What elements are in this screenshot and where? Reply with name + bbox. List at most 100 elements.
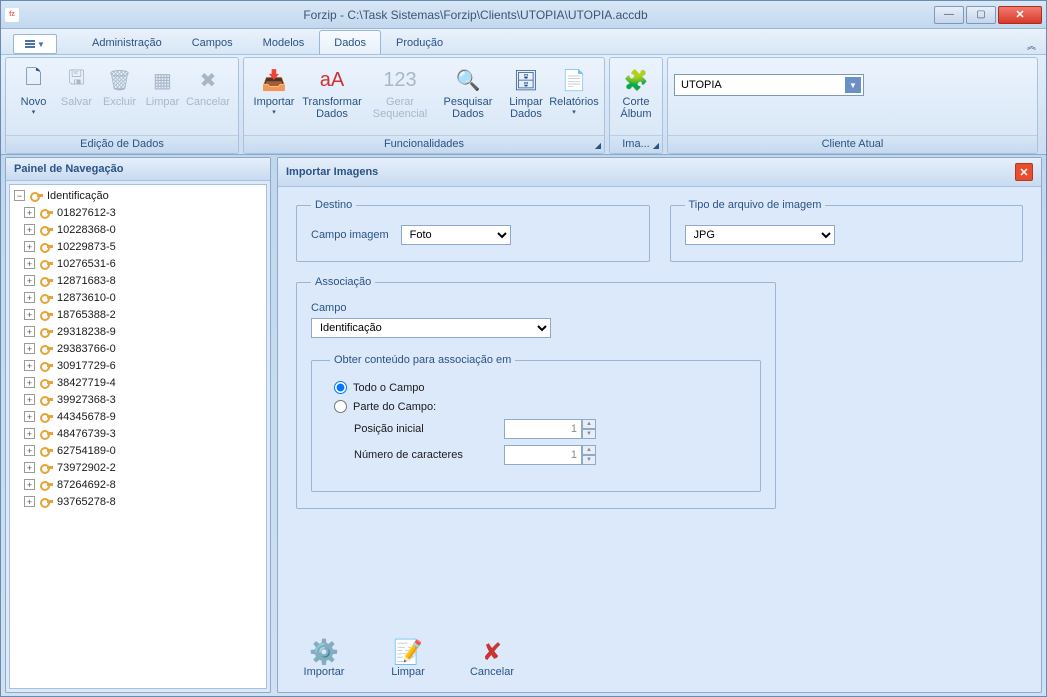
expand-icon[interactable]: + [24,241,35,252]
todo-campo-radio[interactable] [334,381,347,394]
tipo-select[interactable]: JPG [685,225,835,245]
campo-select[interactable]: Identificação [311,318,551,338]
novo-button[interactable]: 🗋Novo▾ [12,62,55,116]
num-input[interactable] [504,445,582,465]
key-icon [40,259,54,269]
app-menu-button[interactable]: ▼ [13,34,57,54]
spinner-down-icon[interactable]: ▼ [582,455,596,465]
limpar-dados-button[interactable]: 🗄Limpar Dados [502,62,550,120]
expand-icon[interactable]: + [24,445,35,456]
titlebar: fz Forzip - C:\Task Sistemas\Forzip\Clie… [1,1,1046,29]
tree-item[interactable]: +12871683-8 [10,272,266,289]
spinner-up-icon[interactable]: ▲ [582,419,596,429]
tab-modelos[interactable]: Modelos [248,30,320,54]
expand-icon[interactable]: + [24,428,35,439]
collapse-icon[interactable]: − [14,190,25,201]
tree-item-label: 38427719-4 [57,377,116,389]
maximize-button[interactable]: ▢ [966,6,996,24]
tree-item[interactable]: +29383766-0 [10,340,266,357]
pesquisar-button[interactable]: 🔍Pesquisar Dados [434,62,502,120]
campo-imagem-select[interactable]: Foto [401,225,511,245]
todo-campo-label: Todo o Campo [353,382,425,394]
expand-icon[interactable]: + [24,411,35,422]
corte-album-button[interactable]: 🧩Corte Álbum [616,62,656,120]
group-launcher-icon[interactable]: ◢ [653,141,659,150]
expand-icon[interactable]: + [24,496,35,507]
tree-item[interactable]: +73972902-2 [10,459,266,476]
tab-dados[interactable]: Dados [319,30,381,54]
tree-item[interactable]: +87264692-8 [10,476,266,493]
tree-item[interactable]: +18765388-2 [10,306,266,323]
tab-campos[interactable]: Campos [177,30,248,54]
cancelar-button[interactable]: ✖Cancelar [184,62,232,108]
window-title: Forzip - C:\Task Sistemas\Forzip\Clients… [19,8,932,22]
sweep-icon: 📝 [393,638,423,666]
tree-item[interactable]: +01827612-3 [10,204,266,221]
tree-root[interactable]: − Identificação [10,187,266,204]
parte-campo-radio[interactable] [334,400,347,413]
excluir-button[interactable]: 🗑Excluir [98,62,141,108]
obter-legend: Obter conteúdo para associação em [330,354,515,366]
panel-close-button[interactable]: ✕ [1015,163,1033,181]
tree-item[interactable]: +29318238-9 [10,323,266,340]
campo-label: Campo [311,302,761,314]
tree-item[interactable]: +10228368-0 [10,221,266,238]
cliente-select[interactable]: UTOPIA ▼ [674,74,864,96]
expand-icon[interactable]: + [24,326,35,337]
close-button[interactable]: ✕ [998,6,1042,24]
chevron-down-icon: ▼ [845,77,861,93]
tree-item[interactable]: +62754189-0 [10,442,266,459]
expand-icon[interactable]: + [24,309,35,320]
expand-icon[interactable]: + [24,258,35,269]
obter-group: Obter conteúdo para associação em Todo o… [311,354,761,492]
tab-produção[interactable]: Produção [381,30,458,54]
tree-item[interactable]: +44345678-9 [10,408,266,425]
expand-icon[interactable]: + [24,207,35,218]
expand-icon[interactable]: + [24,360,35,371]
minimize-button[interactable]: — [934,6,964,24]
tree-item[interactable]: +30917729-6 [10,357,266,374]
tree-item[interactable]: +39927368-3 [10,391,266,408]
pos-input[interactable] [504,419,582,439]
group-launcher-icon[interactable]: ◢ [595,141,601,150]
cancelar-action-button[interactable]: ✘Cancelar [464,638,520,678]
expand-icon[interactable]: + [24,394,35,405]
tree-item[interactable]: +93765278-8 [10,493,266,510]
tree-item[interactable]: +12873610-0 [10,289,266,306]
expand-icon[interactable]: + [24,462,35,473]
expand-icon[interactable]: + [24,275,35,286]
expand-icon[interactable]: + [24,479,35,490]
tab-administração[interactable]: Administração [77,30,177,54]
key-icon [40,361,54,371]
tree-item[interactable]: +38427719-4 [10,374,266,391]
tree-item[interactable]: +10229873-5 [10,238,266,255]
tree-item-label: Identificação [47,190,109,202]
tree-item[interactable]: +48476739-3 [10,425,266,442]
ribbon-collapse-icon[interactable]: ︽ [1023,37,1040,54]
limpar-button[interactable]: ▦Limpar [141,62,184,108]
salvar-button[interactable]: 🖫Salvar [55,62,98,108]
gerar-button[interactable]: 123Gerar Sequencial [366,62,434,120]
key-icon [40,344,54,354]
expand-icon[interactable]: + [24,224,35,235]
tree-item[interactable]: +10276531-6 [10,255,266,272]
key-icon [40,242,54,252]
relatorios-button[interactable]: 📄Relatórios▾ [550,62,598,116]
spinner-up-icon[interactable]: ▲ [582,445,596,455]
sequence-icon: 123 [384,64,416,96]
limpar-action-button[interactable]: 📝Limpar [380,638,436,678]
importar-ribbon-button[interactable]: 📥Importar▾ [250,62,298,116]
key-icon [40,208,54,218]
nav-tree[interactable]: −Identificação+01827612-3+10228368-0+102… [9,184,267,689]
num-label: Número de caracteres [354,449,504,461]
transformar-button[interactable]: aATransformar Dados [298,62,366,120]
importar-action-button[interactable]: ⚙️Importar [296,638,352,678]
expand-icon[interactable]: + [24,343,35,354]
tipo-group: Tipo de arquivo de imagem JPG [670,199,1024,262]
spinner-down-icon[interactable]: ▼ [582,429,596,439]
tree-item-label: 12871683-8 [57,275,116,287]
ribbon: 🗋Novo▾ 🖫Salvar 🗑Excluir ▦Limpar ✖Cancela… [1,55,1046,155]
expand-icon[interactable]: + [24,377,35,388]
expand-icon[interactable]: + [24,292,35,303]
tree-item-label: 29383766-0 [57,343,116,355]
